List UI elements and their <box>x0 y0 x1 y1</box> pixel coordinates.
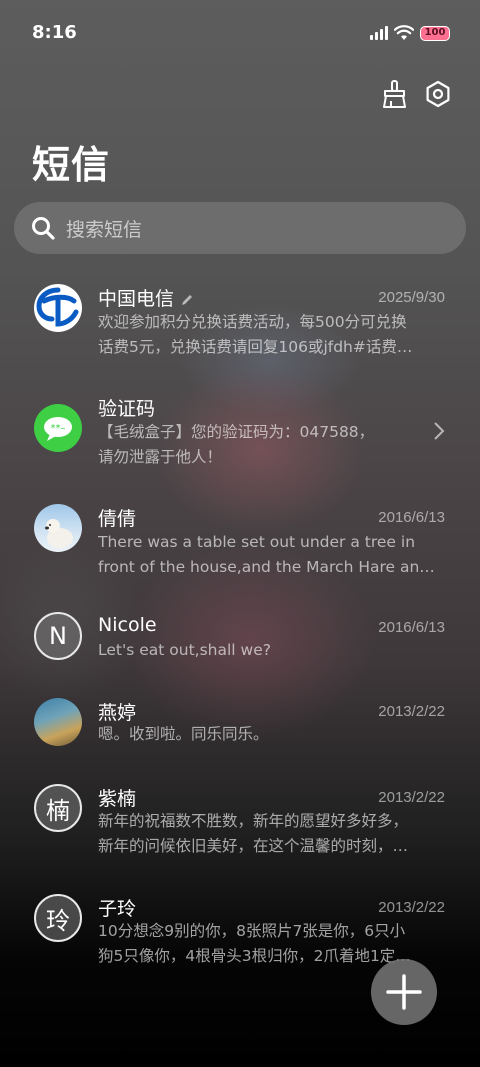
contact-name: Nicole <box>98 614 157 636</box>
contact-name: 紫楠 <box>98 788 137 810</box>
message-preview: Let's eat out,shall we? <box>98 641 271 659</box>
conversation-item[interactable]: 倩倩 2016/6/13 There was a table set out u… <box>0 498 480 608</box>
status-time: 8:16 <box>32 22 77 43</box>
message-date: 2013/2/22 <box>378 899 445 916</box>
message-preview: 嗯。收到啦。同乐同乐。 <box>98 725 269 743</box>
message-preview: 欢迎参加积分兑换话费活动，每500分可兑换 <box>98 313 407 331</box>
message-preview: 请勿泄露于他人！ <box>98 448 223 466</box>
chevron-right-icon <box>434 422 445 440</box>
plus-icon <box>386 974 422 1010</box>
conversation-item[interactable]: **– 验证码 【毛绒盒子】您的验证码为：047588， 请勿泄露于他人！ <box>0 388 480 498</box>
compose-button[interactable] <box>371 959 437 1025</box>
message-preview: 话费5元，兑换话费请回复106或jfdh#话费… <box>98 338 413 356</box>
contact-name: 燕婷 <box>98 702 137 724</box>
search-bar[interactable]: 搜索短信 <box>14 202 466 254</box>
search-placeholder: 搜索短信 <box>66 218 143 241</box>
conversation-item[interactable]: 楠 紫楠 2013/2/22 新年的祝福数不胜数，新年的愿望好多好多， 新年的问… <box>0 782 480 892</box>
message-date: 2013/2/22 <box>378 789 445 806</box>
message-preview: 新年的祝福数不胜数，新年的愿望好多好多， <box>98 812 409 830</box>
avatar: N <box>34 612 82 660</box>
page-title: 短信 <box>32 143 111 187</box>
message-preview: 【毛绒盒子】您的验证码为：047588， <box>98 423 375 441</box>
avatar: 楠 <box>34 784 82 832</box>
contact-name: 倩倩 <box>98 508 137 530</box>
status-icons: 100 <box>370 22 450 44</box>
message-preview: 新年的问候依旧美好，在这个温馨的时刻，… <box>98 837 409 855</box>
settings-icon[interactable] <box>422 78 454 110</box>
edit-icon <box>182 294 193 305</box>
broom-icon[interactable] <box>378 78 410 110</box>
avatar: 玲 <box>34 894 82 942</box>
message-date: 2025/9/30 <box>378 289 445 306</box>
signal-icon <box>370 26 388 40</box>
message-preview: There was a table set out under a tree i… <box>98 533 416 551</box>
message-date: 2013/2/22 <box>378 703 445 720</box>
contact-name: 中国电信 <box>98 284 194 311</box>
search-icon <box>30 215 56 241</box>
svg-text:**–: **– <box>51 423 66 434</box>
china-telecom-logo <box>34 284 82 332</box>
message-bubble-icon: **– <box>34 404 82 452</box>
contact-name: 验证码 <box>98 398 156 420</box>
message-date: 2016/6/13 <box>378 619 445 636</box>
contact-name: 子玲 <box>98 898 137 920</box>
battery-icon: 100 <box>420 25 450 41</box>
wifi-icon <box>394 25 414 40</box>
message-preview: 10分想念9别的你，8张照片7张是你，6只小 <box>98 922 406 940</box>
polar-bear-photo <box>34 504 82 552</box>
message-date: 2016/6/13 <box>378 509 445 526</box>
conversation-item[interactable]: 中国电信 2025/9/30 欢迎参加积分兑换话费活动，每500分可兑换 话费5… <box>0 278 480 388</box>
landscape-photo <box>34 698 82 746</box>
message-preview: front of the house,and the March Hare an… <box>98 558 435 576</box>
battery-level: 100 <box>424 27 446 38</box>
